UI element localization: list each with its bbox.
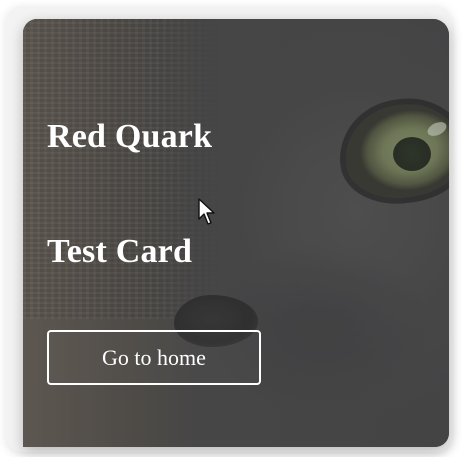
card-subtitle: Test Card	[47, 233, 193, 270]
card-title: Red Quark	[47, 118, 213, 155]
go-to-home-button[interactable]: Go to home	[47, 330, 261, 385]
test-card: Red Quark Test Card Go to home	[23, 19, 449, 447]
mouse-pointer-icon	[198, 198, 215, 225]
screen: Red Quark Test Card Go to home	[0, 0, 462, 457]
